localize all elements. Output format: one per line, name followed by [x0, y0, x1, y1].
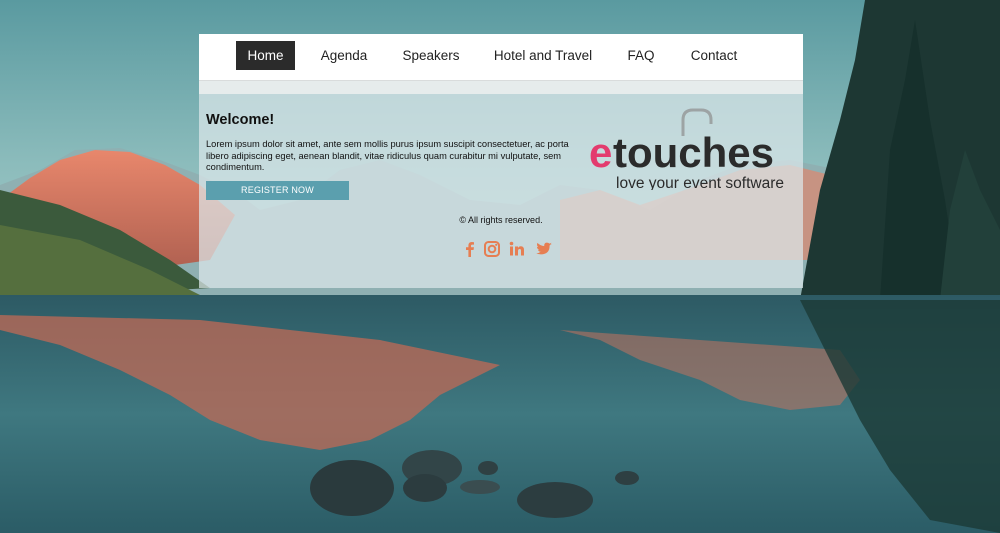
logo-tagline: love your event software: [616, 175, 784, 190]
linkedin-icon[interactable]: [508, 240, 526, 258]
logo-wordmark: touches: [613, 129, 774, 176]
nav-item-contact[interactable]: Contact: [682, 41, 746, 70]
register-now-button[interactable]: REGISTER NOW: [206, 181, 349, 200]
instagram-icon[interactable]: [483, 240, 501, 258]
content-panel: Welcome! Lorem ipsum dolor sit amet, ant…: [199, 94, 803, 288]
panel-header-strip: [199, 81, 803, 94]
nav-item-agenda[interactable]: Agenda: [312, 41, 376, 70]
nav-item-faq[interactable]: FAQ: [617, 41, 665, 70]
logo-e-letter: e: [589, 129, 612, 176]
copyright-text: © All rights reserved.: [459, 215, 543, 225]
twitter-icon[interactable]: [535, 240, 553, 258]
facebook-icon[interactable]: [461, 240, 479, 258]
top-navigation: Home Agenda Speakers Hotel and Travel FA…: [199, 34, 803, 81]
welcome-heading: Welcome!: [206, 112, 275, 128]
welcome-text: Lorem ipsum dolor sit amet, ante sem mol…: [206, 139, 569, 173]
nav-menu: Home Agenda Speakers Hotel and Travel FA…: [199, 41, 803, 70]
nav-item-speakers[interactable]: Speakers: [395, 41, 467, 70]
nav-item-hotel-and-travel[interactable]: Hotel and Travel: [489, 41, 597, 70]
etouches-logo[interactable]: e touches love your event software: [587, 100, 792, 190]
nav-item-home[interactable]: Home: [236, 41, 295, 70]
